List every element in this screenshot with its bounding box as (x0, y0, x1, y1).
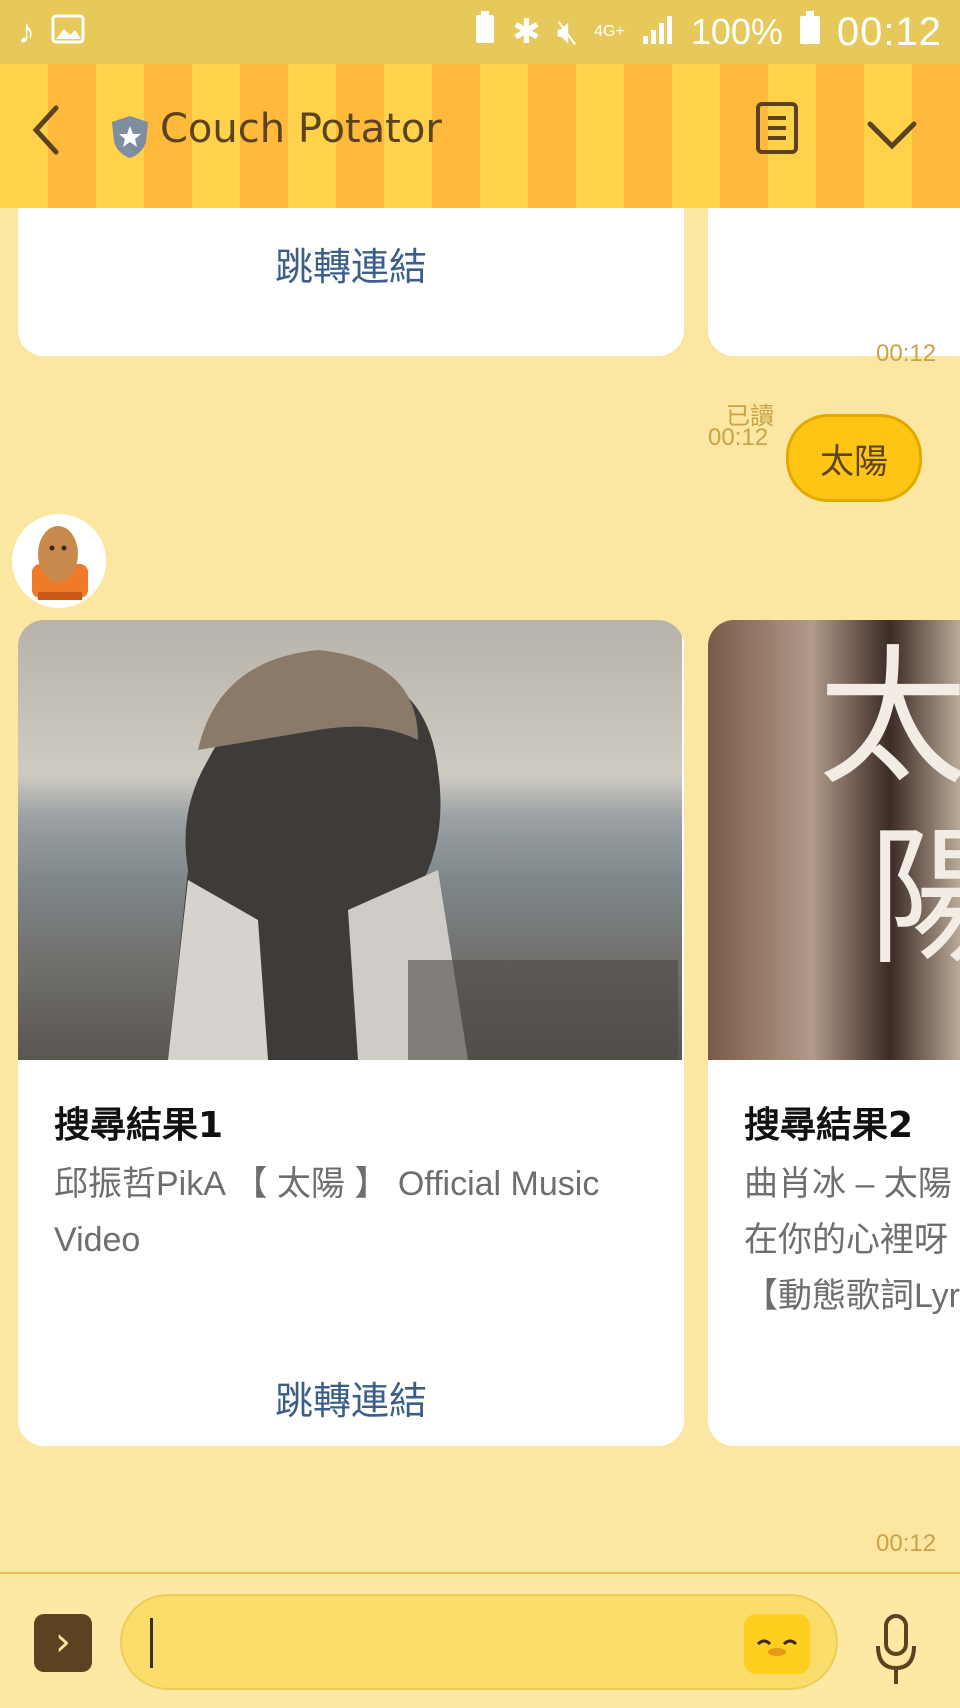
result-card-previous: 跳轉連結 (18, 208, 684, 356)
svg-text:陽: 陽 (868, 812, 960, 986)
result-desc-2-line3: 【動態歌詞Lyr (744, 1277, 960, 1315)
signal-icon (641, 11, 675, 53)
battery-saver-icon (474, 10, 496, 54)
notes-button[interactable] (756, 102, 798, 154)
user-message-text: 太陽 (820, 441, 888, 482)
status-left: ♪ (18, 11, 85, 53)
result-card-1[interactable]: 搜尋結果1 邱振哲PikA 【 太陽 】 Official Music Vide… (18, 620, 684, 1446)
official-shield-icon (110, 114, 150, 160)
result-card-previous-2 (708, 208, 960, 356)
result-desc-2-line2: 在你的心裡呀 (744, 1221, 948, 1259)
result-desc-1: 邱振哲PikA 【 太陽 】 Official Music Video (54, 1165, 600, 1259)
chat-title: Couch Potator (160, 106, 442, 152)
microphone-icon[interactable] (872, 1610, 920, 1690)
back-button[interactable] (30, 104, 70, 164)
bluetooth-icon: ✱ (512, 13, 541, 51)
result-desc-2-line1: 曲肖冰 – 太陽 (744, 1165, 952, 1203)
result-card-2[interactable]: 太 陽 搜尋結果2 曲肖冰 – 太陽 在你的心裡呀 【動態歌詞Lyr (708, 620, 960, 1446)
expand-menu-button[interactable]: › (34, 1614, 92, 1672)
jump-link[interactable]: 跳轉連結 (18, 236, 684, 291)
status-bar: ♪ ✱ 🔇︎ 4G+ 100% 00:12 (0, 0, 960, 64)
battery-percent: 100% (690, 11, 783, 52)
chat-header: Couch Potator (0, 64, 960, 208)
result-title-2: 搜尋結果2 (744, 1105, 914, 1146)
battery-icon (799, 10, 821, 54)
sticker-icon[interactable] (744, 1614, 810, 1674)
result-title-1: 搜尋結果1 (54, 1105, 224, 1146)
status-right: ✱ 🔇︎ 4G+ 100% 00:12 (474, 10, 942, 55)
input-bar: › (0, 1572, 960, 1708)
user-message-bubble[interactable]: 太陽 (786, 414, 922, 502)
status-time: 00:12 (836, 9, 942, 54)
message-time: 00:12 (876, 340, 937, 367)
music-note-icon: ♪ (18, 13, 35, 51)
bot-avatar[interactable] (12, 514, 106, 608)
mute-icon: 🔇︎ (556, 13, 579, 51)
message-input[interactable] (120, 1594, 838, 1690)
svg-text:太: 太 (818, 632, 960, 806)
jump-link-1[interactable]: 跳轉連結 (18, 1370, 684, 1425)
chevron-down-icon[interactable] (862, 104, 922, 164)
user-message-time: 00:12 (708, 424, 769, 451)
network-type: 4G+ (594, 23, 625, 40)
image-icon (51, 11, 85, 53)
text-caret (150, 1618, 153, 1668)
video-thumbnail-2[interactable]: 太 陽 (708, 620, 960, 1060)
message-time-2: 00:12 (876, 1530, 937, 1557)
chat-area[interactable]: 跳轉連結 00:12 已讀 00:12 太陽 搜尋結果1 邱振哲PikA 【 太… (0, 208, 960, 1572)
video-thumbnail-1[interactable] (18, 620, 682, 1060)
